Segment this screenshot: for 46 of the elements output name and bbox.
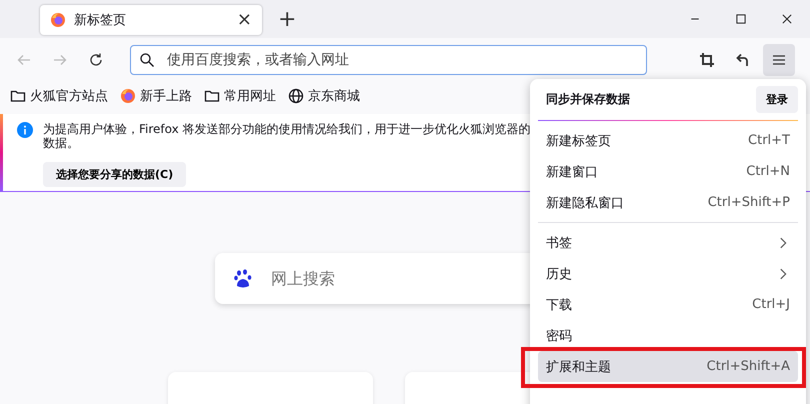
browser-tab[interactable]: 新标签页 × <box>40 5 262 35</box>
info-icon <box>17 122 33 138</box>
close-icon <box>781 13 793 25</box>
share-data-button[interactable]: 选择您要分享的数据(C) <box>43 162 186 187</box>
tab-title: 新标签页 <box>74 12 127 29</box>
shortcut-label: Ctrl+J <box>752 297 790 312</box>
new-tab-button[interactable]: + <box>272 6 302 32</box>
bookmark-item[interactable]: 京东商城 <box>288 87 360 105</box>
menu-item[interactable]: 新建窗口 Ctrl+N <box>538 156 798 187</box>
folder-icon <box>204 88 220 104</box>
notification-text: 为提高用户体验，Firefox 将发送部分功能的使用情况给我们，用于进一步优化火狐浏览器的 <box>43 122 531 136</box>
menu-item-label: 历史 <box>546 266 572 282</box>
menu-item-label: 书签 <box>546 234 572 252</box>
menu-item-label: 新建隐私窗口 <box>546 194 624 212</box>
menu-header: 同步并保存数据 <box>546 90 630 108</box>
search-icon <box>139 52 155 68</box>
shortcut-label: Ctrl+T <box>748 133 790 148</box>
menu-item[interactable]: 扩展和主题 Ctrl+Shift+A <box>538 351 798 382</box>
menu-item-label: 扩展和主题 <box>546 358 611 376</box>
globe-icon <box>288 88 304 104</box>
notification-text: 数据。 <box>43 136 80 150</box>
curved-arrow-icon <box>735 52 751 68</box>
maximize-icon <box>735 13 747 25</box>
firefox-icon <box>120 88 136 104</box>
firefox-icon <box>50 12 66 28</box>
tab-close-button[interactable]: × <box>236 11 252 29</box>
sign-in-button[interactable]: 登录 <box>756 86 798 112</box>
menu-item-label: 密码 <box>546 328 572 344</box>
folder-icon <box>10 88 26 104</box>
reload-icon <box>88 52 104 68</box>
address-bar[interactable]: 使用百度搜索，或者输入网址 <box>130 45 647 75</box>
shortcut-label: Ctrl+Shift+A <box>706 359 790 374</box>
search-input[interactable]: 网上搜索 <box>269 268 473 289</box>
bookmark-item[interactable]: 新手上路 <box>120 87 192 105</box>
menu-item[interactable]: 新建隐私窗口 Ctrl+Shift+P <box>538 187 798 218</box>
url-input[interactable]: 使用百度搜索，或者输入网址 <box>165 51 638 69</box>
shortcut-label: Ctrl+N <box>746 164 790 179</box>
menu-button[interactable] <box>763 44 795 76</box>
menu-item[interactable]: 密码 <box>538 320 798 351</box>
menu-item-label: 新建窗口 <box>546 164 598 180</box>
shortcut-label: Ctrl+Shift+P <box>708 195 790 210</box>
crop-icon <box>699 52 715 68</box>
bookmark-item[interactable]: 常用网址 <box>204 87 276 105</box>
menu-item-label: 新建标签页 <box>546 132 611 150</box>
menu-item[interactable]: 新建标签页 Ctrl+T <box>538 125 798 156</box>
bookmark-item[interactable]: 火狐官方站点 <box>10 87 108 105</box>
